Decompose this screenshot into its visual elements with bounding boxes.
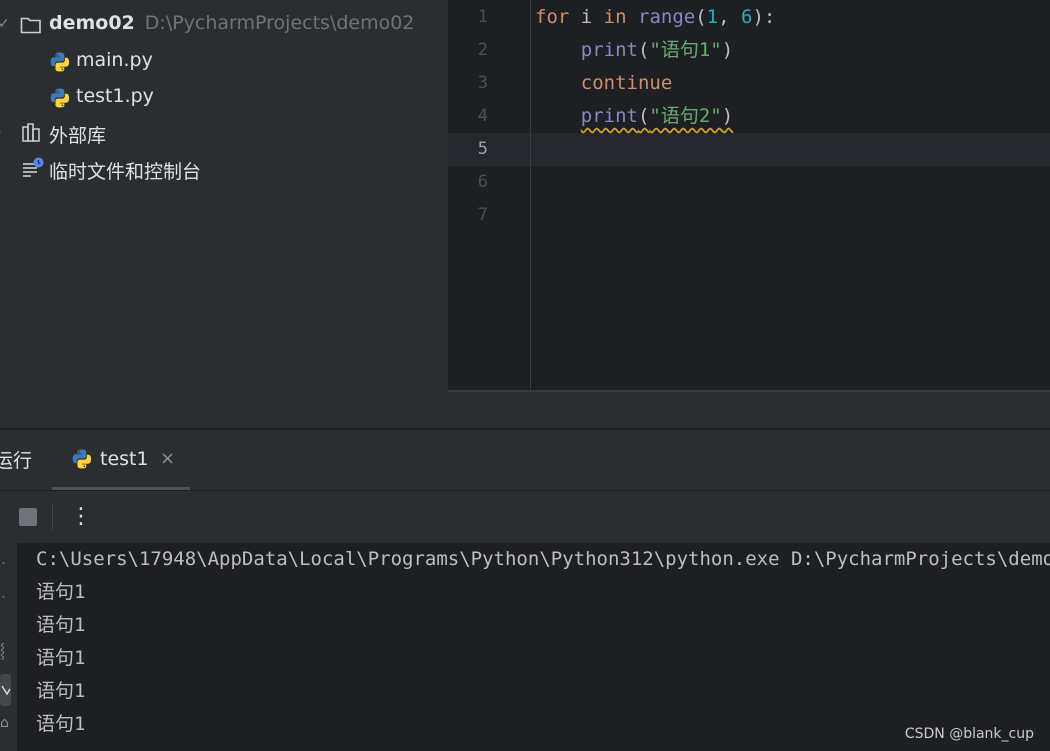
more-options-icon[interactable]: ⋮: [70, 499, 92, 535]
tab-label: test1: [100, 448, 149, 470]
editor-empty-area: [448, 392, 1050, 428]
python-file-icon: [49, 87, 71, 113]
scroll-up-icon[interactable]: ˙: [0, 595, 12, 611]
unreachable-code-warning[interactable]: print("语句2"): [581, 105, 733, 127]
python-file-icon: [71, 448, 93, 474]
run-tool-window-header: 运行 test1 ×: [0, 430, 1050, 490]
code-editor[interactable]: 1 2 3 4 5 6 7 for i in range(1, 6): prin…: [448, 0, 1050, 428]
loop-variable: i: [569, 6, 604, 28]
line-number-gutter: 1 2 3 4 5 6 7: [448, 0, 530, 390]
project-root-name: demo02: [49, 12, 135, 34]
paren-close: ): [721, 105, 734, 127]
number-literal: 1: [706, 6, 719, 28]
gutter-divider: [530, 0, 531, 390]
python-file-icon: [49, 51, 71, 77]
line-number: 3: [477, 73, 488, 93]
soft-wrap-icon[interactable]: ⸾: [0, 641, 12, 660]
code-line-4[interactable]: print("语句2"): [535, 100, 733, 133]
scratches-label: 临时文件和控制台: [49, 161, 202, 183]
file-name-test1-py: test1.py: [76, 85, 154, 107]
line-number: 1: [477, 7, 488, 27]
builtin-print: print: [580, 105, 638, 127]
paren-open: (: [637, 39, 650, 61]
external-libraries-label: 外部库: [49, 125, 107, 147]
number-literal: 6: [741, 6, 753, 28]
run-tool-window-title: 运行: [0, 450, 33, 472]
library-icon: [21, 122, 43, 148]
stop-button[interactable]: [19, 508, 37, 526]
run-toolbar: ⋮: [0, 490, 1050, 543]
project-panel: ✓ demo02 D:\PycharmProjects\demo02 main.…: [0, 0, 448, 428]
line-number: 4: [477, 106, 488, 126]
toolbar-separator: [52, 503, 53, 531]
line-number: 6: [477, 172, 488, 192]
run-side-toolbar: ˙ ˙ ⸾ ⌂: [0, 543, 17, 751]
console-output-line: 语句1: [36, 614, 86, 636]
folder-icon: [20, 15, 42, 39]
chevron-down-icon[interactable]: ✓: [0, 16, 10, 32]
rerun-icon[interactable]: ˙: [0, 561, 12, 577]
paren-open: (: [695, 6, 707, 28]
keyword-for: for: [535, 6, 570, 28]
builtin-print: print: [580, 39, 638, 61]
line-number: 7: [477, 205, 488, 225]
tab-test1[interactable]: test1 ×: [52, 430, 190, 490]
code-line-3[interactable]: continue: [535, 67, 673, 100]
console-command-line: C:\Users\17948\AppData\Local\Programs\Py…: [36, 548, 1050, 570]
code-line-2[interactable]: print("语句1"): [535, 34, 733, 67]
line-number-current: 5: [477, 139, 488, 159]
comma: ,: [718, 6, 741, 28]
keyword-continue: continue: [580, 72, 673, 94]
code-line-1[interactable]: for i in range(1, 6):: [535, 1, 775, 34]
paren-close: ): [721, 39, 734, 61]
close-icon[interactable]: ×: [160, 448, 175, 469]
console-output-line: 语句1: [36, 647, 86, 669]
caret-row-highlight: [448, 133, 1050, 166]
run-console-output[interactable]: C:\Users\17948\AppData\Local\Programs\Py…: [17, 543, 1050, 751]
project-root-path: D:\PycharmProjects\demo02: [144, 12, 415, 34]
console-output-line: 语句1: [36, 680, 86, 702]
print-icon[interactable]: ⌂: [0, 715, 12, 731]
paren-open: (: [637, 105, 650, 127]
file-name-main-py: main.py: [76, 49, 153, 71]
scratches-icon: [21, 157, 45, 183]
builtin-range: range: [638, 6, 696, 28]
watermark: CSDN @blank_cup: [904, 726, 1034, 742]
keyword-in: in: [603, 6, 627, 28]
paren-close-colon: ):: [752, 6, 776, 28]
string-literal: "语句1": [649, 39, 722, 61]
console-output-line: 语句1: [36, 581, 86, 603]
string-literal: "语句2": [649, 105, 722, 127]
line-number: 2: [477, 40, 488, 60]
scroll-to-end-toggle[interactable]: [0, 674, 11, 706]
chevron-right-icon[interactable]: ›: [0, 124, 2, 140]
console-output-line: 语句1: [36, 713, 86, 735]
